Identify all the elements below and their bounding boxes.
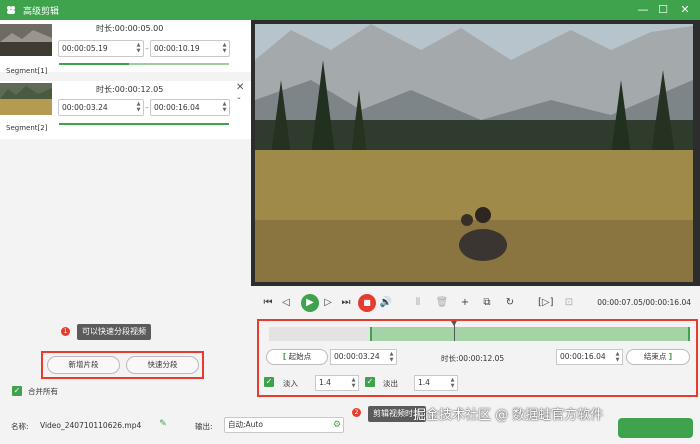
minimize-button[interactable]: — — [636, 3, 650, 17]
new-segment-button[interactable]: 新增片段 — [47, 356, 120, 374]
stepper-icon[interactable]: ▲ ▼ — [449, 377, 456, 390]
segment-start-field[interactable]: 00:00:03.24 ▲ ▼ — [58, 99, 144, 116]
maximize-button[interactable]: ☐ — [656, 3, 670, 17]
fade-out-field[interactable]: 1.4 ▲ ▼ — [414, 375, 458, 391]
start-time-field[interactable]: 00:00:03.24 ▲ ▼ — [330, 349, 397, 365]
reset-icon[interactable]: ↻ — [503, 296, 517, 310]
export-button[interactable] — [618, 418, 693, 438]
go-to-end-icon[interactable]: ⏭ — [339, 296, 353, 310]
stepper-icon[interactable]: ▲ ▼ — [350, 377, 357, 390]
stop-icon[interactable]: ■ — [358, 294, 376, 312]
window-title: 高级剪辑 — [23, 7, 60, 17]
timeline-selection[interactable] — [370, 327, 690, 341]
delete-icon[interactable]: 🗑 — [435, 296, 449, 310]
set-end-button[interactable]: 结束点 ] — [626, 349, 690, 365]
segment-panel: 时长:00:00:05.00 00:00:05.19 ▲ ▼ – 00:00:10… — [0, 20, 251, 400]
play-icon[interactable]: ▶ — [301, 294, 319, 312]
segment-end-field[interactable]: 00:00:16.04 ▲ ▼ — [150, 99, 230, 116]
mark-out-icon[interactable]: ⊡ — [562, 296, 576, 310]
stepper-icon[interactable]: ▲ ▼ — [221, 101, 228, 114]
playback-time: 00:00:07.05/00:00:16.04 — [597, 298, 691, 307]
stepper-icon[interactable]: ▲ ▼ — [135, 42, 142, 55]
merge-all-label: 合并所有 — [28, 387, 58, 396]
end-time-field[interactable]: 00:00:16.04 ▲ ▼ — [556, 349, 623, 365]
segment-range-fill — [59, 63, 129, 65]
editor-duration: 00:00:12.05 — [458, 354, 505, 363]
split-icon[interactable]: ⫴ — [411, 296, 425, 310]
settings-gear-icon[interactable]: ⚙ — [330, 418, 344, 432]
fade-in-label: 淡入 — [283, 379, 298, 388]
hint-badge: 2 — [352, 408, 361, 417]
segment-duration-label: 时长: — [96, 85, 115, 94]
stepper-icon[interactable]: ▲ ▼ — [135, 101, 142, 114]
title-bar: 高级剪辑 — ☐ ✕ — [0, 0, 700, 20]
segment-thumbnail — [0, 24, 52, 56]
go-to-start-icon[interactable]: ⏮ — [261, 296, 275, 310]
segment-item-1[interactable]: 时长:00:00:05.00 00:00:05.19 ▲ ▼ – 00:00:10… — [0, 20, 251, 72]
name-label: 名称: — [11, 422, 29, 431]
mark-in-icon[interactable]: [▷] — [538, 296, 554, 310]
copy-icon[interactable]: ⧉ — [480, 296, 494, 310]
player-controls: ⏮ ◁ ▶ ▷ ⏭ ■ 🔊 ⫴ 🗑 + ⧉ ↻ [▷] ⊡ 00:00:07.0… — [251, 292, 700, 314]
merge-all-checkbox[interactable]: ✓ — [12, 386, 22, 396]
quick-split-button[interactable]: 快速分段 — [126, 356, 199, 374]
segment-start-field[interactable]: 00:00:05.19 ▲ ▼ — [58, 40, 144, 57]
name-value: Video_240710110626.mp4 — [40, 421, 142, 430]
output-select[interactable]: 自动;Auto — [224, 417, 344, 433]
editor-duration-label: 时长: — [441, 354, 459, 363]
fade-in-field[interactable]: 1.4 ▲ ▼ — [315, 375, 359, 391]
video-preview — [251, 20, 700, 286]
playhead-handle[interactable] — [451, 321, 458, 341]
edit-name-icon[interactable]: ✎ — [156, 417, 170, 431]
segment-actions-highlight: 新增片段 快速分段 — [41, 351, 204, 379]
stepper-icon[interactable]: ▲ ▼ — [221, 42, 228, 55]
close-button[interactable]: ✕ — [678, 3, 692, 17]
fade-out-label: 淡出 — [383, 379, 398, 388]
set-start-button[interactable]: [ 起始点 — [266, 349, 328, 365]
step-back-icon[interactable]: ◁ — [279, 296, 293, 310]
stepper-icon[interactable]: ▲ ▼ — [614, 351, 621, 364]
fade-in-checkbox[interactable]: ✓ — [264, 377, 274, 387]
hint-badge: 1 — [61, 327, 70, 336]
segment-label: Segment[1] — [6, 67, 48, 75]
segment-duration-label: 时长: — [96, 24, 115, 33]
segment-duration: 00:00:05.00 — [114, 24, 164, 33]
segment-label: Segment[2] — [6, 124, 48, 132]
output-label: 输出: — [195, 422, 213, 431]
watermark: 掘金技术社区 @ 数据蛙官方软件 — [413, 408, 604, 423]
step-forward-icon[interactable]: ▷ — [321, 296, 335, 310]
app-logo-icon — [7, 6, 15, 14]
fade-out-checkbox[interactable]: ✓ — [365, 377, 375, 387]
collapse-icon[interactable]: ⌄ — [236, 93, 242, 101]
volume-icon[interactable]: 🔊 — [379, 296, 393, 310]
add-icon[interactable]: + — [458, 296, 472, 310]
delete-segment-icon[interactable]: ✕ — [236, 82, 244, 93]
segment-end-field[interactable]: 00:00:10.19 ▲ ▼ — [150, 40, 230, 57]
split-tooltip: 可以快速分段视频 — [77, 324, 151, 340]
segment-range-fill — [59, 123, 229, 125]
stepper-icon[interactable]: ▲ ▼ — [388, 351, 395, 364]
trim-editor-highlight: [ 起始点 00:00:03.24 ▲ ▼ 时长:00:00:12.05 00:0… — [257, 319, 698, 397]
segment-duration: 00:00:12.05 — [114, 85, 164, 94]
segment-thumbnail — [0, 83, 52, 115]
